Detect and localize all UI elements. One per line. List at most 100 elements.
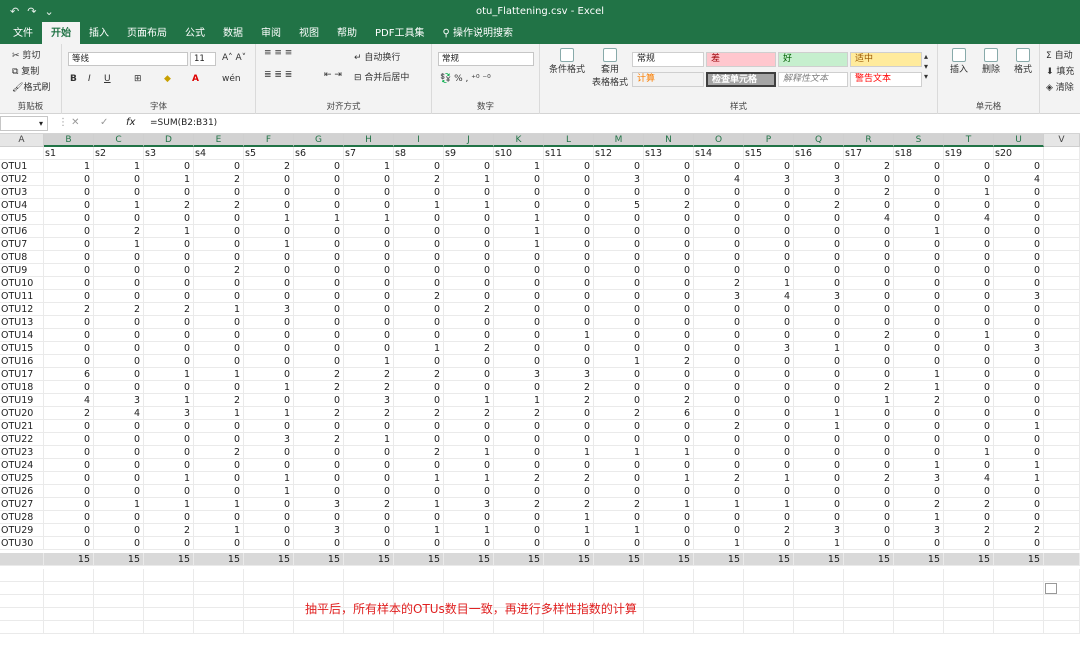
tab-file[interactable]: 文件 [4,24,42,44]
cell[interactable]: 0 [694,381,744,394]
cell[interactable]: 0 [944,459,994,472]
cell[interactable]: 0 [444,251,494,264]
cell[interactable]: 2 [144,303,194,316]
row-label[interactable]: OTU7 [0,238,44,251]
cell[interactable]: 0 [844,407,894,420]
cell[interactable]: 0 [94,433,144,446]
cell[interactable]: 0 [994,368,1044,381]
row-label[interactable]: OTU22 [0,433,44,446]
cell[interactable] [894,569,944,582]
cell[interactable]: s1 [44,147,94,160]
cell[interactable]: 1 [494,160,544,173]
cell[interactable]: 0 [944,173,994,186]
cell[interactable]: 4 [94,407,144,420]
style-normal[interactable]: 常规 [632,52,704,67]
cell[interactable]: 0 [944,277,994,290]
tab-pdf-tools[interactable]: PDF工具集 [366,24,433,44]
cell[interactable]: s13 [644,147,694,160]
cell[interactable]: 2 [994,524,1044,537]
cell[interactable]: 0 [894,433,944,446]
cell[interactable]: 0 [594,368,644,381]
cell[interactable]: 0 [294,394,344,407]
cell[interactable]: 0 [844,251,894,264]
cell[interactable]: 0 [844,316,894,329]
cell[interactable] [194,569,244,582]
cell[interactable]: 0 [194,212,244,225]
cell[interactable]: 1 [644,472,694,485]
cell[interactable]: 0 [744,368,794,381]
cell[interactable]: 0 [294,485,344,498]
cell[interactable]: 0 [44,381,94,394]
tab-data[interactable]: 数据 [214,24,252,44]
row-label[interactable] [0,621,44,634]
cell[interactable]: 1 [144,225,194,238]
cell[interactable] [644,582,694,595]
cell[interactable]: 3 [794,290,844,303]
cell[interactable]: s12 [594,147,644,160]
cell[interactable]: 0 [244,459,294,472]
cell[interactable]: 0 [44,433,94,446]
cell[interactable] [744,582,794,595]
cell[interactable]: 0 [844,290,894,303]
cell[interactable] [44,595,94,608]
row-label[interactable] [0,553,44,566]
cell[interactable]: 2 [344,368,394,381]
cell[interactable]: 1 [144,394,194,407]
cell[interactable]: 0 [194,186,244,199]
cut-button[interactable]: ✂ 剪切 [12,48,40,61]
cell[interactable]: 2 [194,394,244,407]
indent-icon[interactable]: ⇤ ⇥ [324,70,342,80]
cell[interactable]: 0 [194,251,244,264]
cell[interactable]: 1 [594,355,644,368]
cell[interactable]: 0 [44,199,94,212]
cell[interactable]: 0 [394,537,444,550]
font-name-select[interactable]: 等线 [68,52,188,66]
cell[interactable]: 0 [894,537,944,550]
cell[interactable]: 0 [494,303,544,316]
cell[interactable] [694,569,744,582]
cell[interactable]: 0 [844,433,894,446]
cell[interactable] [1044,394,1080,407]
cell[interactable]: 0 [694,160,744,173]
cell[interactable] [244,621,294,634]
cell[interactable]: 0 [944,420,994,433]
cell[interactable]: 0 [944,537,994,550]
cell[interactable] [94,621,144,634]
cell[interactable]: 1 [744,277,794,290]
cell[interactable] [994,621,1044,634]
cell[interactable]: 0 [944,264,994,277]
cell[interactable]: 0 [644,238,694,251]
cell[interactable]: 0 [394,160,444,173]
cell[interactable]: 15 [494,553,544,566]
cell[interactable]: 0 [494,355,544,368]
row-label[interactable]: OTU10 [0,277,44,290]
cell[interactable] [1044,608,1080,621]
cell[interactable]: 1 [394,498,444,511]
cell[interactable] [244,595,294,608]
cell[interactable]: 1 [544,446,594,459]
cell[interactable]: 2 [394,446,444,459]
cell[interactable]: 15 [694,553,744,566]
cell[interactable]: 0 [694,355,744,368]
cell[interactable]: 0 [744,212,794,225]
cell[interactable]: 0 [94,511,144,524]
cell[interactable]: 1 [694,498,744,511]
cell[interactable]: 0 [844,459,894,472]
cell[interactable]: 1 [444,199,494,212]
cell[interactable]: 0 [344,485,394,498]
cell[interactable] [294,621,344,634]
cell[interactable] [94,569,144,582]
cell[interactable]: 3 [244,303,294,316]
cell[interactable]: 0 [144,420,194,433]
cell[interactable]: 0 [494,173,544,186]
cell[interactable] [844,621,894,634]
cell[interactable]: 0 [444,238,494,251]
cell[interactable]: 0 [344,251,394,264]
cell[interactable] [1044,595,1080,608]
cell[interactable]: 1 [344,433,394,446]
cell[interactable] [1044,160,1080,173]
cell[interactable]: 0 [94,524,144,537]
cell[interactable]: 1 [644,498,694,511]
cell[interactable]: s20 [994,147,1044,160]
cell[interactable]: 0 [444,537,494,550]
